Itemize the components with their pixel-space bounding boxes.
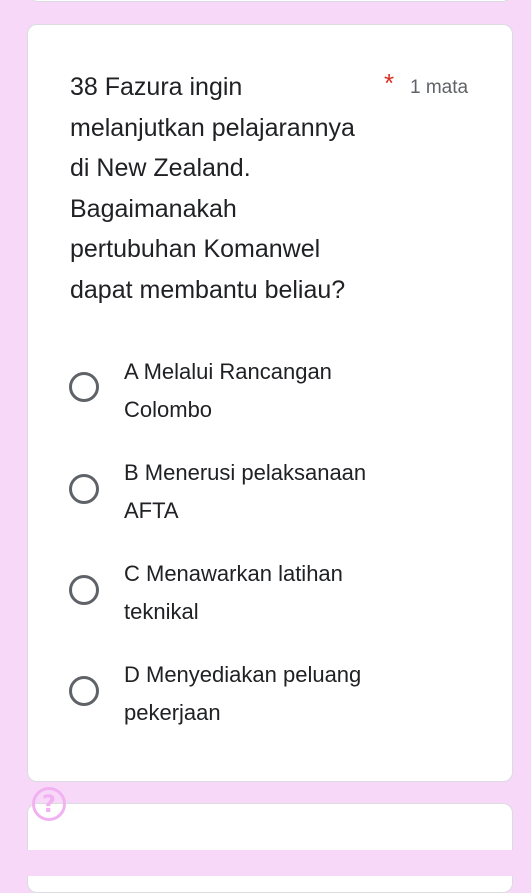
radio-button-b[interactable]	[69, 474, 99, 504]
next-question-card	[27, 803, 513, 893]
question-card: 38 Fazura ingin melanjutkan pelajarannya…	[27, 24, 513, 782]
option-a-label: A Melalui Rancangan Colombo	[124, 359, 332, 422]
option-d[interactable]: D Menyediakan peluang pekerjaan	[66, 656, 466, 726]
option-b[interactable]: B Menerusi pelaksanaan AFTA	[66, 454, 466, 524]
question-title: 38 Fazura ingin melanjutkan pelajarannya…	[70, 73, 355, 304]
option-a[interactable]: A Melalui Rancangan Colombo	[66, 353, 466, 423]
radio-button-d[interactable]	[69, 676, 99, 706]
points-label: 1 mata	[410, 77, 469, 98]
option-c[interactable]: C Menawarkan latihan teknikal	[66, 555, 466, 625]
previous-question-card	[28, 0, 512, 2]
question-mark-icon[interactable]: ?	[32, 787, 66, 821]
option-c-label: C Menawarkan latihan teknikal	[124, 561, 343, 624]
radio-button-c[interactable]	[69, 575, 99, 605]
required-marker: *	[384, 68, 395, 98]
option-b-label: B Menerusi pelaksanaan AFTA	[124, 460, 367, 523]
bottom-background-strip	[0, 850, 531, 876]
option-d-label: D Menyediakan peluang pekerjaan	[124, 662, 362, 725]
radio-button-a[interactable]	[69, 372, 99, 402]
